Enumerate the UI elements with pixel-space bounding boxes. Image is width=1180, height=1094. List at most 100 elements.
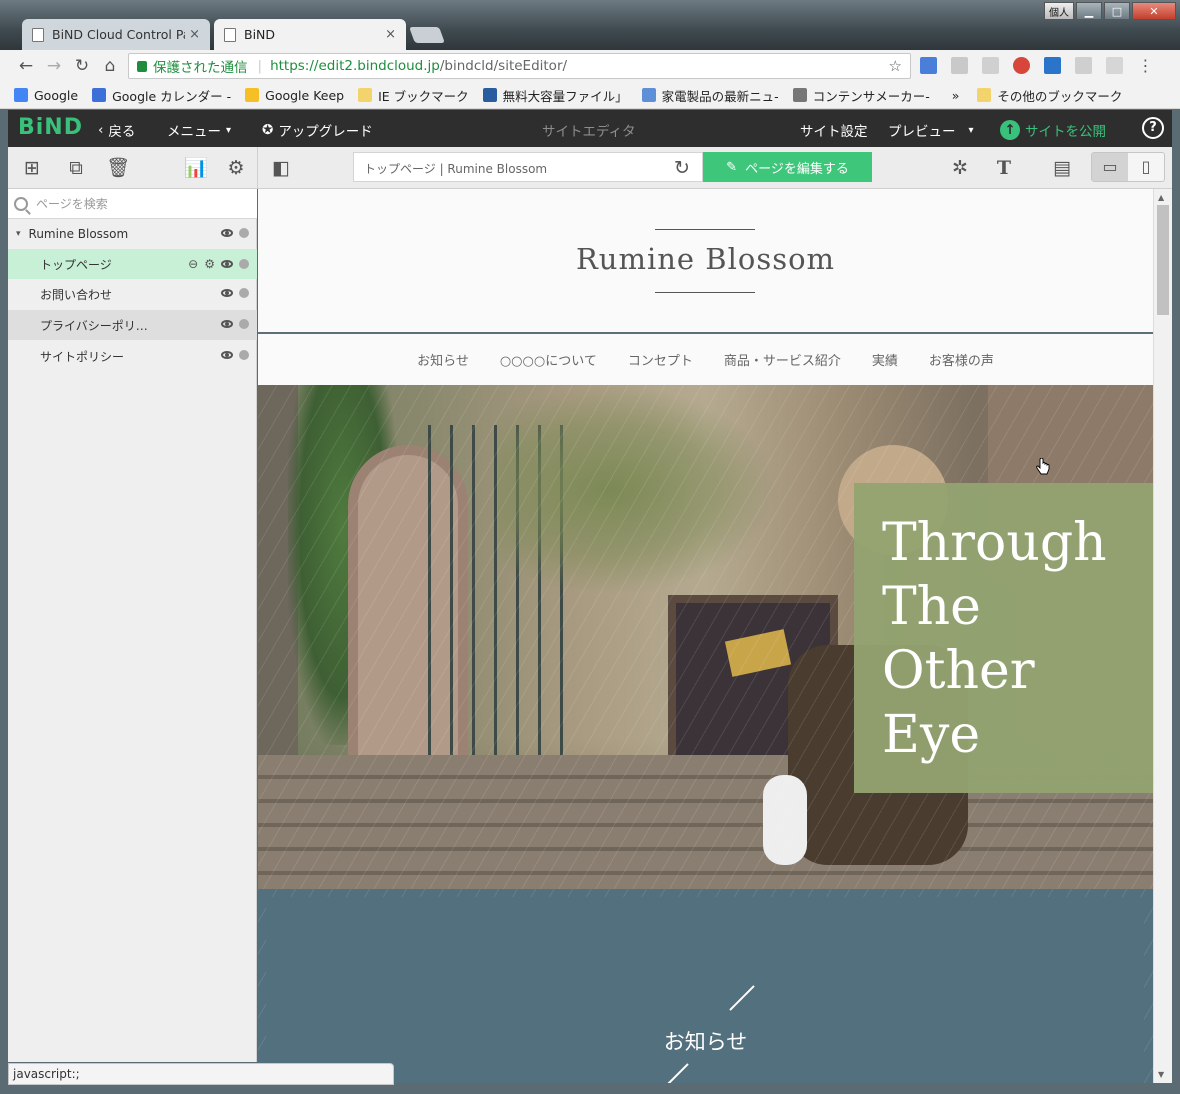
mobile-icon[interactable]: ▯ xyxy=(1128,153,1164,181)
site-title[interactable]: Rumine Blossom xyxy=(258,242,1153,276)
menu-dots-icon[interactable]: ⋮ xyxy=(1137,57,1154,74)
menu-button[interactable]: メニュー ▾ xyxy=(167,120,231,140)
tab-bind[interactable]: BiND × xyxy=(214,19,406,50)
bookmarks-overflow[interactable]: » xyxy=(952,88,960,103)
url-field[interactable]: 保護された通信 | https://edit2.bindcloud.jp /bi… xyxy=(128,53,911,79)
hand-cursor-icon xyxy=(1036,458,1050,475)
bookmark-folder[interactable]: IE ブックマーク xyxy=(358,86,469,105)
tab-control-panel[interactable]: BiND Cloud Control Pa × xyxy=(22,19,210,50)
eye-icon[interactable] xyxy=(221,351,233,359)
nav-item[interactable]: ○○○○について xyxy=(500,350,597,369)
more-options-icon[interactable]: ⊖ xyxy=(188,258,198,270)
layout-icon[interactable]: ▤ xyxy=(1050,156,1074,180)
nav-item[interactable]: 商品・サービス紹介 xyxy=(724,350,841,369)
extension-icon[interactable] xyxy=(1044,57,1061,74)
extension-icon[interactable] xyxy=(982,57,999,74)
nav-item[interactable]: 実績 xyxy=(872,350,898,369)
bookmark-item[interactable]: コンテンサメーカー- xyxy=(792,86,930,105)
profile-button[interactable]: 個人 xyxy=(1044,2,1074,20)
other-bookmarks[interactable]: その他のブックマーク xyxy=(977,86,1122,105)
forward-arrow-icon[interactable]: → xyxy=(44,56,64,76)
edit-page-button[interactable]: ✎ ページを編集する xyxy=(703,152,872,182)
eye-icon[interactable] xyxy=(221,289,233,297)
gear-icon[interactable]: ⚙ xyxy=(204,258,215,270)
search-input[interactable] xyxy=(36,196,236,211)
nav-item[interactable]: コンセプト xyxy=(628,350,693,369)
eye-icon[interactable] xyxy=(221,229,233,237)
translate-extension-icon[interactable] xyxy=(920,57,937,74)
site-tree-root[interactable]: ▾ Rumine Blossom xyxy=(8,219,257,249)
hero-heading[interactable]: Through The Other Eye xyxy=(882,511,1142,767)
tab-title: BiND Cloud Control Pa xyxy=(52,27,186,42)
gear-icon[interactable]: ⚙ xyxy=(224,156,248,180)
site-nav: お知らせ ○○○○について コンセプト 商品・サービス紹介 実績 お客様の声 xyxy=(258,336,1153,382)
upgrade-button[interactable]: ✪ アップグレード xyxy=(262,120,373,140)
news-heading[interactable]: お知らせ xyxy=(258,1026,1153,1056)
theme-wheel-icon[interactable]: ✲ xyxy=(948,156,972,180)
app-title: サイトエディタ xyxy=(542,124,636,140)
add-page-icon[interactable]: ⊞ xyxy=(20,156,44,180)
new-tab-button[interactable] xyxy=(409,27,445,43)
scroll-down-icon[interactable]: ▼ xyxy=(1158,1070,1164,1079)
publish-button[interactable]: ↑ サイトを公開 xyxy=(1000,120,1106,140)
sidebar-item-privacy[interactable]: プライバシーポリ… xyxy=(8,310,257,340)
nav-item[interactable]: お知らせ xyxy=(417,350,469,369)
reload-icon[interactable]: ↻ xyxy=(674,157,690,179)
site-settings-button[interactable]: サイト設定 xyxy=(800,120,868,140)
sidebar-item-top-page[interactable]: トップページ ⊖ ⚙ xyxy=(8,249,257,279)
font-icon[interactable]: T xyxy=(992,156,1016,180)
extension-icon[interactable] xyxy=(1075,57,1092,74)
desktop-icon[interactable]: ▭ xyxy=(1092,153,1128,181)
reload-icon[interactable]: ↻ xyxy=(72,56,92,76)
close-window-button[interactable]: ✕ xyxy=(1132,2,1176,20)
toolbar-divider xyxy=(257,147,258,189)
sidebar-item-site-policy[interactable]: サイトポリシー xyxy=(8,341,257,371)
scroll-up-icon[interactable]: ▲ xyxy=(1158,193,1164,202)
close-icon[interactable]: × xyxy=(189,27,200,42)
bookmark-icon xyxy=(14,88,28,102)
eye-icon[interactable] xyxy=(221,260,233,268)
scrollbar-thumb[interactable] xyxy=(1157,205,1169,315)
site-header[interactable]: Rumine Blossom xyxy=(258,189,1153,334)
back-arrow-icon[interactable]: ← xyxy=(16,56,36,76)
home-icon[interactable]: ⌂ xyxy=(100,56,120,76)
extension-icon[interactable] xyxy=(1106,57,1123,74)
preview-scrollbar[interactable]: ▲ ▼ xyxy=(1153,189,1172,1083)
chevron-down-icon[interactable]: ▾ xyxy=(16,229,21,239)
page-path-field[interactable]: トップページ | Rumine Blossom xyxy=(353,152,703,182)
eye-icon[interactable] xyxy=(221,320,233,328)
secure-label: 保護された通信 xyxy=(153,60,248,76)
duplicate-page-icon[interactable]: ⧉ xyxy=(64,156,88,180)
close-icon[interactable]: × xyxy=(385,27,396,42)
bookmark-item[interactable]: Google xyxy=(14,88,78,103)
site-preview[interactable]: Rumine Blossom お知らせ ○○○○について コンセプト 商品・サー… xyxy=(258,189,1153,1083)
extension-icon[interactable] xyxy=(951,57,968,74)
extension-icon[interactable] xyxy=(1013,57,1030,74)
bookmark-item[interactable]: Google Keep xyxy=(245,88,344,103)
nav-item[interactable]: お客様の声 xyxy=(929,350,994,369)
news-section[interactable]: お知らせ xyxy=(258,889,1153,1083)
bookmark-star-icon[interactable]: ☆ xyxy=(889,57,902,75)
bookmark-item[interactable]: Google カレンダー - xyxy=(92,86,231,105)
hero-image[interactable]: Through The Other Eye xyxy=(258,385,1153,889)
help-icon[interactable]: ? xyxy=(1142,117,1164,139)
trash-icon[interactable]: 🗑 xyxy=(106,156,130,180)
folder-icon xyxy=(977,88,992,102)
browser-titlebar: BiND Cloud Control Pa × BiND × 個人 ▁ □ ✕ xyxy=(0,0,1180,50)
url-host: https://edit2.bindcloud.jp xyxy=(270,58,440,74)
bind-logo[interactable]: BiND xyxy=(18,115,83,140)
sidebar-item-contact[interactable]: お問い合わせ xyxy=(8,279,257,309)
back-button[interactable]: ‹ 戻る xyxy=(98,120,135,140)
hero-text-box[interactable]: Through The Other Eye xyxy=(854,483,1153,793)
pencil-icon: ✎ xyxy=(726,159,738,174)
minimize-button[interactable]: ▁ xyxy=(1076,2,1102,20)
toggle-sidebar-icon[interactable]: ◧ xyxy=(269,156,293,180)
maximize-button[interactable]: □ xyxy=(1104,2,1130,20)
preview-button[interactable]: プレビュー ▾ xyxy=(888,120,974,140)
bookmark-item[interactable]: 無料大容量ファイル」 xyxy=(482,86,628,105)
analytics-icon[interactable]: 📊 xyxy=(184,156,208,180)
search-icon xyxy=(14,196,28,211)
editor-toolbar: ⊞ ⧉ 🗑 📊 ⚙ ◧ トップページ | Rumine Blossom ↻ ✎ ペ… xyxy=(8,147,1172,189)
bookmark-item[interactable]: 家電製品の最新ニュ- xyxy=(641,86,779,105)
search-box xyxy=(8,189,257,219)
